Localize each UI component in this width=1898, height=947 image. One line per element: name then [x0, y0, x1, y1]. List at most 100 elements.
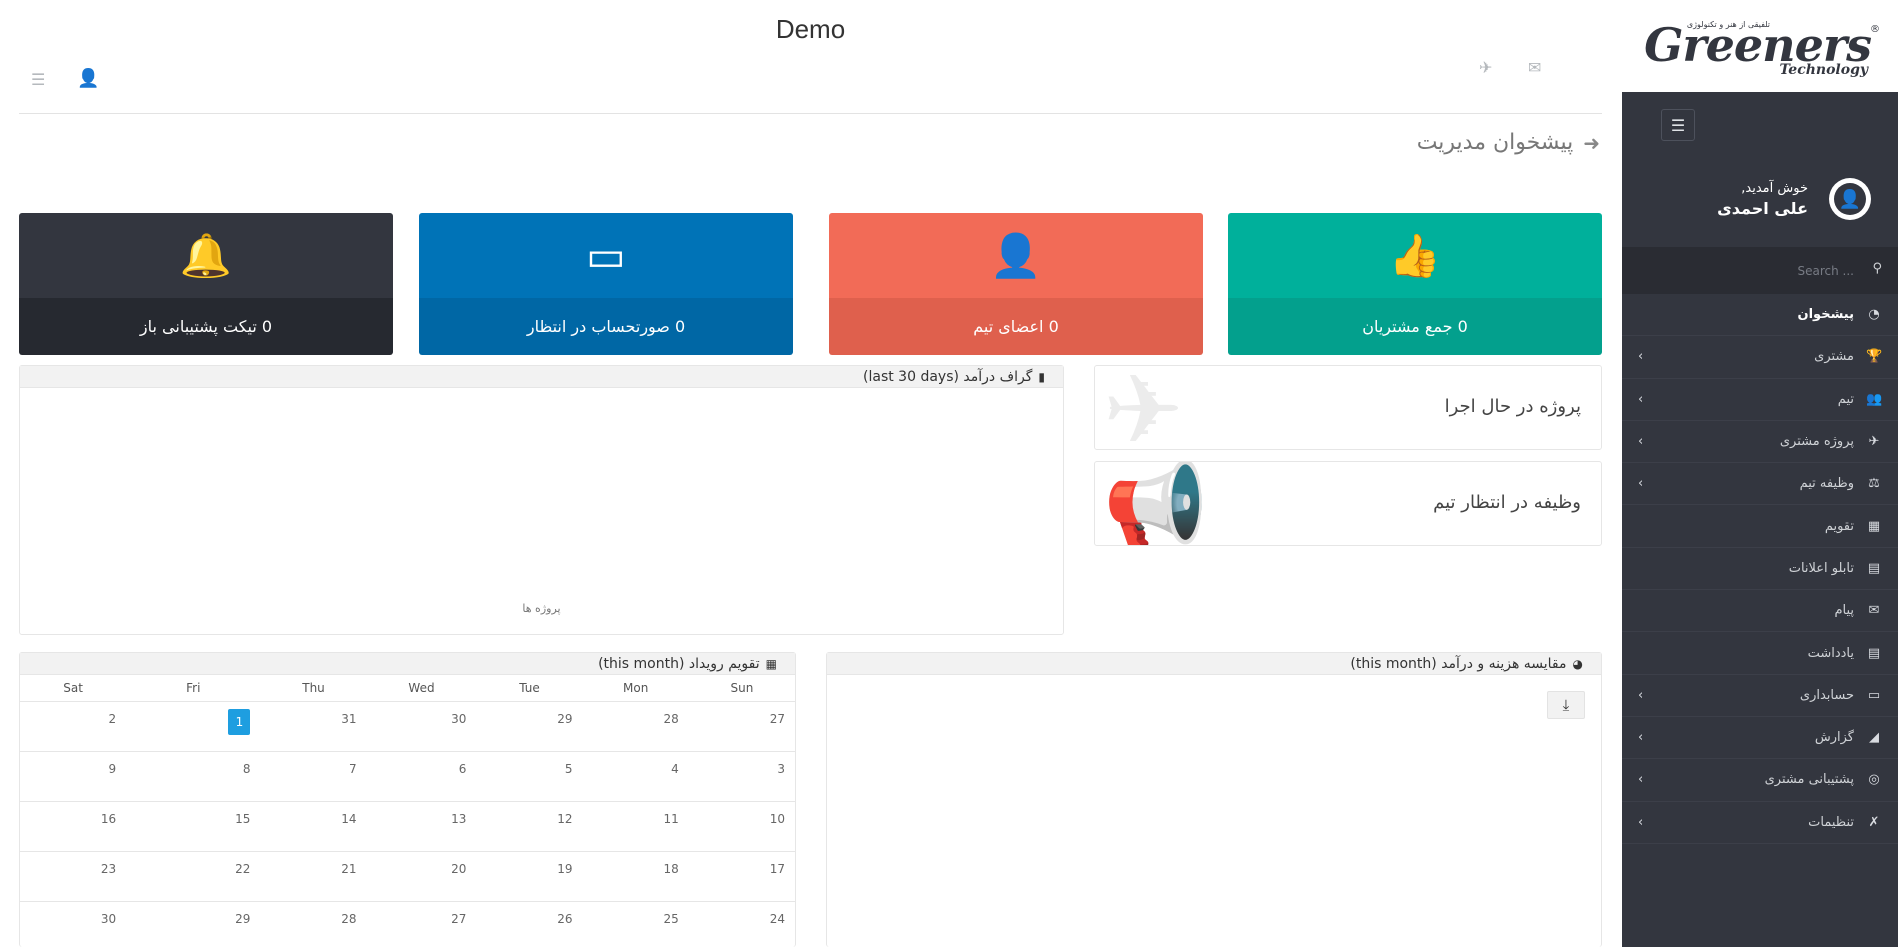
user-icon[interactable]: 👤: [77, 68, 99, 89]
calendar-day[interactable]: 21: [260, 851, 367, 902]
calendar-day[interactable]: 29: [476, 701, 583, 752]
envelope-icon[interactable]: ✉: [1528, 58, 1541, 77]
calendar-day[interactable]: 20: [366, 851, 477, 902]
stat-card-bottom: 0 صورتحساب در انتظار: [419, 298, 793, 355]
calendar-day[interactable]: 11: [582, 801, 689, 852]
calendar-day[interactable]: 17: [688, 851, 795, 902]
calendar-day[interactable]: 4: [582, 751, 689, 802]
calendar-day[interactable]: 26: [476, 901, 583, 947]
calendar-day[interactable]: 13: [366, 801, 477, 852]
calendar-day[interactable]: 18: [582, 851, 689, 902]
sidebar-item-label: پیشخوان: [1797, 307, 1855, 323]
download-button[interactable]: ⤓: [1547, 691, 1585, 719]
sidebar-item-2[interactable]: 👥 تیم ‹: [1622, 379, 1898, 421]
avatar[interactable]: 👤: [1829, 178, 1871, 220]
paper-plane-icon[interactable]: ✈: [1479, 58, 1492, 77]
calendar-day[interactable]: 12: [476, 801, 583, 852]
calendar-day[interactable]: 5: [476, 751, 583, 802]
paper-plane-icon: ✈: [1103, 365, 1184, 450]
sidebar-item-11[interactable]: ◎ پشتیبانی مشتری ‹: [1622, 759, 1898, 802]
brand-logo[interactable]: تلفیقی از هنر و تکنولوژی Greeners ® Tech…: [1622, 0, 1898, 92]
sidebar-item-8[interactable]: ▤ یادداشت: [1622, 632, 1898, 675]
calendar-day-number: 11: [663, 811, 679, 826]
calendar-weekday: Tue: [476, 675, 583, 702]
trophy-icon: 🏆: [1866, 349, 1883, 365]
chevron-left-icon: ‹: [1638, 391, 1644, 407]
calendar-day[interactable]: 27: [688, 701, 795, 752]
registered-mark: ®: [1870, 24, 1880, 35]
stat-card-top: 🔔: [19, 213, 393, 298]
sidebar-item-5[interactable]: ▦ تقویم: [1622, 505, 1898, 548]
calendar-day[interactable]: 8: [126, 751, 261, 802]
sidebar-item-0[interactable]: ◔ پیشخوان: [1622, 294, 1898, 337]
chevron-left-icon: ‹: [1638, 814, 1644, 830]
app-root: Demo ☰ 👤 ✈ ✉ ➜ پیشخوان مدیریت 👍 0 جمع مشت…: [0, 0, 1898, 947]
calendar-day[interactable]: 30: [366, 701, 477, 752]
calendar-day[interactable]: 15: [126, 801, 261, 852]
sidebar-item-6[interactable]: ▤ تابلو اعلانات: [1622, 548, 1898, 591]
calendar-day[interactable]: 16: [20, 801, 127, 852]
calendar-day[interactable]: 14: [260, 801, 367, 852]
calendar-day[interactable]: 23: [20, 851, 127, 902]
stat-card[interactable]: ▭ 0 صورتحساب در انتظار: [419, 213, 793, 355]
chevron-left-icon: ‹: [1638, 476, 1644, 492]
stat-card[interactable]: 👤 0 اعضای تیم: [829, 213, 1203, 355]
sidebar-toggle-button[interactable]: ☰: [1661, 109, 1695, 141]
calendar-day[interactable]: 9: [20, 751, 127, 802]
bullhorn-icon: 📢: [1103, 461, 1208, 546]
menu-icon[interactable]: ☰: [31, 70, 45, 89]
calendar-day-number: 25: [663, 911, 679, 926]
chevron-left-icon: ‹: [1638, 434, 1644, 450]
calendar-day-number: 7: [348, 761, 357, 776]
event-calendar-title: ▦ تقویم رویداد (this month): [20, 653, 795, 675]
calendar-day[interactable]: 25: [582, 901, 689, 947]
calendar-weekday: Wed: [366, 675, 477, 702]
brand-sub: Technology: [1779, 62, 1868, 78]
calendar-day[interactable]: 3: [688, 751, 795, 802]
calendar-day[interactable]: 6: [366, 751, 477, 802]
stat-card[interactable]: 👍 0 جمع مشتریان: [1228, 213, 1602, 355]
sidebar-item-7[interactable]: ✉ پیام: [1622, 590, 1898, 633]
calendar-weekday: Sun: [688, 675, 795, 702]
calendar-day-number: 17: [769, 861, 785, 876]
bar-chart-icon: ▮: [1038, 369, 1045, 384]
calendar-day[interactable]: 19: [476, 851, 583, 902]
pending-tasks-box[interactable]: 📢 وظیفه در انتظار تیم: [1094, 461, 1602, 546]
calendar-day[interactable]: 24: [688, 901, 795, 947]
calendar-day[interactable]: 31: [260, 701, 367, 752]
search-input[interactable]: [1654, 260, 1854, 282]
sidebar-item-3[interactable]: ✈ پروژه مشتری ‹: [1622, 421, 1898, 464]
credit-card-icon: ▭: [586, 231, 626, 280]
app-title: Demo: [775, 14, 846, 44]
sidebar-item-label: پیام: [1834, 603, 1854, 619]
expense-revenue-panel: ◕ مقایسه هزینه و درآمد (this month) ⤓: [826, 652, 1602, 947]
calendar-day[interactable]: 7: [260, 751, 367, 802]
sidebar-item-9[interactable]: ▭ حسابداری ‹: [1622, 675, 1898, 717]
calendar-day-number: 27: [769, 711, 785, 726]
running-projects-box[interactable]: ✈ پروژه در حال اجرا: [1094, 365, 1602, 450]
calendar-day[interactable]: 22: [126, 851, 261, 902]
search-icon[interactable]: ⚲: [1872, 261, 1882, 276]
sidebar-item-1[interactable]: 🏆 مشتری ‹: [1622, 336, 1898, 379]
stat-value: 0: [1048, 317, 1059, 336]
sidebar-item-10[interactable]: ◢ گزارش ‹: [1622, 717, 1898, 760]
page-title-text: پیشخوان مدیریت: [1416, 130, 1574, 155]
calendar-weekday: Thu: [260, 675, 367, 702]
calendar-day-number: 20: [451, 861, 467, 876]
calendar-day[interactable]: 2: [20, 701, 127, 752]
calendar-day-number: 30: [100, 911, 117, 926]
calendar-day-number: 2: [108, 711, 117, 726]
calendar-day[interactable]: 10: [688, 801, 795, 852]
calendar-day[interactable]: 27: [366, 901, 477, 947]
sidebar-item-12[interactable]: ✗ تنظیمات ‹: [1622, 802, 1898, 844]
calendar-day[interactable]: 29: [126, 901, 261, 947]
stat-card-bottom: 0 تیکت پشتیبانی باز: [19, 298, 393, 355]
calendar-day[interactable]: 28: [260, 901, 367, 947]
calendar-day[interactable]: 30: [20, 901, 127, 947]
calendar-day[interactable]: 28: [582, 701, 689, 752]
stat-label: اعضای تیم: [973, 317, 1044, 336]
calendar-day[interactable]: 1: [126, 701, 261, 752]
sidebar-item-4[interactable]: ⚖ وظیفه تیم ‹: [1622, 463, 1898, 506]
stat-card[interactable]: 🔔 0 تیکت پشتیبانی باز: [19, 213, 393, 355]
calendar-week-row: 30 29 28 27 26 25 24: [20, 901, 795, 947]
